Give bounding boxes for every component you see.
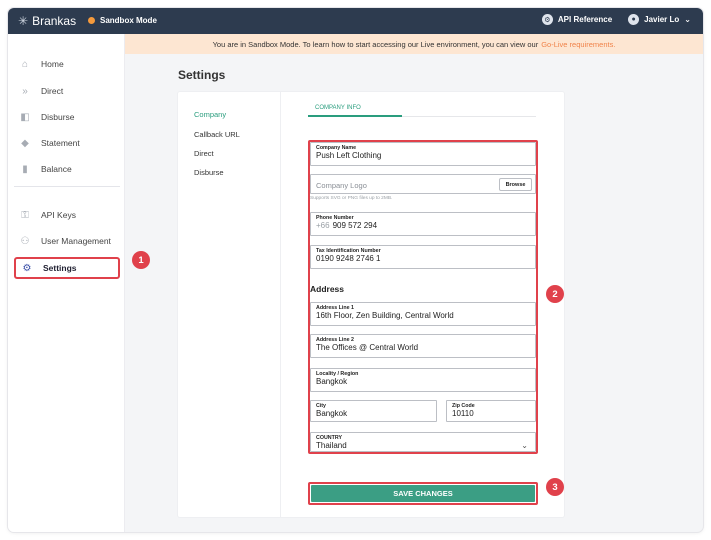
disburse-icon: ◧ <box>20 111 30 123</box>
tab-underline <box>402 116 536 117</box>
field-value: The Offices @ Central World <box>316 343 419 352</box>
field-value: 16th Floor, Zen Building, Central World <box>316 311 454 320</box>
users-icon: ⚇ <box>20 235 30 247</box>
company-name-field[interactable]: Company Name Push Left Clothing <box>310 142 536 166</box>
locality-field[interactable]: Locality / Region Bangkok <box>310 368 536 392</box>
sidebar-item-statement[interactable]: ◆ Statement <box>14 133 120 153</box>
go-live-link[interactable]: Go-Live requirements. <box>541 40 615 49</box>
sidebar-item-label: Disburse <box>41 112 75 122</box>
chevron-down-icon: ⌄ <box>684 15 691 24</box>
cube-icon: ◆ <box>21 137 29 149</box>
sandbox-label: Sandbox Mode <box>100 16 157 25</box>
callout-badge-2: 2 <box>546 285 564 303</box>
tab-company-info[interactable]: COMPANY INFO <box>308 105 402 117</box>
sandbox-banner: You are in Sandbox Mode. To learn how to… <box>125 34 703 54</box>
sidebar-item-settings[interactable]: ⚙ Settings <box>14 257 120 279</box>
sidebar-item-balance[interactable]: ▮ Balance <box>14 159 120 179</box>
field-value: Push Left Clothing <box>316 151 382 160</box>
sidebar-item-label: Direct <box>41 86 64 96</box>
home-icon: ⌂ <box>21 58 29 70</box>
top-bar: ✳ Brankas Sandbox Mode ⚙ API Reference ●… <box>8 8 703 34</box>
field-value: Thailand <box>316 441 347 450</box>
sidebar-divider <box>14 186 120 187</box>
save-button-highlight: SAVE CHANGES <box>308 482 538 505</box>
sidebar-item-user-management[interactable]: ⚇ User Management <box>14 231 120 251</box>
key-icon: ⚿ <box>21 209 29 221</box>
settings-circle-icon: ⚙ <box>541 14 553 25</box>
sidebar-item-label: Statement <box>41 138 80 148</box>
top-right-menu: ⚙ API Reference ● Javier Lo ⌄ <box>541 14 691 25</box>
user-name: Javier Lo <box>644 15 680 24</box>
sidebar-item-disburse[interactable]: ◧ Disburse <box>14 107 120 127</box>
country-select[interactable]: COUNTRY Thailand ⌄ <box>310 432 536 452</box>
callout-badge-1: 1 <box>132 251 150 269</box>
company-logo-field[interactable]: Company Logo Browse <box>310 174 536 194</box>
browse-button[interactable]: Browse <box>499 178 532 191</box>
logo-hint: Supports SVG or PNG files up to 2MB. <box>310 196 393 201</box>
field-value: Bangkok <box>316 409 348 418</box>
bar-chart-icon: ▮ <box>22 163 28 175</box>
field-value: +66 909 572 294 <box>316 221 377 230</box>
company-logo-placeholder: Company Logo <box>316 181 367 190</box>
sidebar-item-label: Balance <box>41 164 72 174</box>
submenu-direct[interactable]: Direct <box>194 149 214 158</box>
save-changes-button[interactable]: SAVE CHANGES <box>311 485 535 502</box>
zip-code-field[interactable]: Zip Code 10110 <box>446 400 536 422</box>
chevron-down-icon: ⌄ <box>521 441 528 450</box>
city-field[interactable]: City Bangkok <box>310 400 437 422</box>
brand-logo[interactable]: ✳ Brankas <box>18 14 76 28</box>
user-avatar-icon: ● <box>628 14 640 25</box>
phone-prefix: +66 <box>316 221 330 230</box>
submenu-disburse[interactable]: Disburse <box>194 168 224 177</box>
sidebar-item-label: Settings <box>43 263 77 273</box>
api-reference-label: API Reference <box>557 15 613 24</box>
sidebar-item-label: User Management <box>41 236 111 246</box>
brand-name: Brankas <box>32 14 77 28</box>
phone-value: 909 572 294 <box>332 221 378 230</box>
page-title: Settings <box>178 68 226 82</box>
app-window: ✳ Brankas Sandbox Mode ⚙ API Reference ●… <box>8 8 703 532</box>
sidebar-item-label: Home <box>41 59 64 69</box>
sandbox-indicator: Sandbox Mode <box>88 16 157 25</box>
submenu-callback-url[interactable]: Callback URL <box>194 130 240 139</box>
settings-card: Company Callback URL Direct Disburse COM… <box>178 92 564 517</box>
sandbox-dot-icon <box>88 17 95 24</box>
callout-badge-3: 3 <box>546 478 564 496</box>
address-line-1-field[interactable]: Address Line 1 16th Floor, Zen Building,… <box>310 302 536 326</box>
company-info-form: Company Name Push Left Clothing Company … <box>308 140 538 454</box>
brand-star-icon: ✳ <box>18 14 29 28</box>
phone-number-field[interactable]: Phone Number +66 909 572 294 <box>310 212 536 236</box>
field-value: Bangkok <box>316 377 348 386</box>
settings-submenu: Company Callback URL Direct Disburse <box>178 92 281 517</box>
sidebar-item-home[interactable]: ⌂ Home <box>14 54 120 74</box>
chevrons-right-icon: » <box>22 85 28 97</box>
api-reference-link[interactable]: ⚙ API Reference <box>541 14 613 25</box>
field-value: 10110 <box>452 409 474 418</box>
field-value: 0190 9248 2746 1 <box>316 254 381 263</box>
tax-id-field[interactable]: Tax Identification Number 0190 9248 2746… <box>310 245 536 269</box>
sidebar-item-label: API Keys <box>41 210 76 220</box>
address-line-2-field[interactable]: Address Line 2 The Offices @ Central Wor… <box>310 334 536 358</box>
sidebar-item-api-keys[interactable]: ⚿ API Keys <box>14 205 120 225</box>
submenu-company[interactable]: Company <box>194 110 226 119</box>
gear-icon: ⚙ <box>22 262 32 274</box>
user-menu[interactable]: ● Javier Lo ⌄ <box>628 14 691 25</box>
sidebar: ⌂ Home » Direct ◧ Disburse ◆ Statement ▮… <box>8 34 125 532</box>
banner-text: You are in Sandbox Mode. To learn how to… <box>212 39 539 49</box>
sidebar-item-direct[interactable]: » Direct <box>14 81 120 101</box>
address-heading: Address <box>310 284 345 294</box>
